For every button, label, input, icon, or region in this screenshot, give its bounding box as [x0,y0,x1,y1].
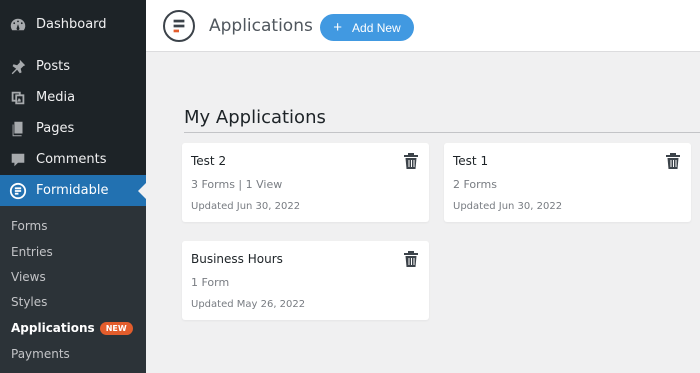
comment-icon [8,150,28,170]
section-divider [184,132,700,133]
pages-icon [8,119,28,139]
menu-label: Media [36,90,76,105]
formidable-logo-icon [8,181,28,201]
menu-label: Comments [36,152,107,167]
menu-label: Dashboard [36,17,107,32]
formidable-logo [163,10,195,42]
submenu-item-views[interactable]: Views [11,270,46,284]
page-header: Applications + Add New [146,0,700,52]
menu-item-formidable[interactable]: Formidable [0,175,146,206]
section-title: My Applications [184,107,326,128]
menu-item-comments[interactable]: Comments [0,144,146,175]
dashboard-icon [8,15,28,35]
menu-item-pages[interactable]: Pages [0,113,146,144]
submenu-item-styles[interactable]: Styles [11,295,47,309]
trash-icon[interactable] [403,152,419,170]
add-new-label: Add New [352,20,401,35]
new-badge: NEW [99,322,133,335]
card-meta: 2 Forms [453,178,497,191]
pin-icon [8,57,28,77]
card-updated: Updated Jun 30, 2022 [453,201,563,212]
submenu-label: Applications [11,321,95,335]
card-meta: 3 Forms | 1 View [191,178,283,191]
menu-label: Posts [36,59,70,74]
menu-label: Formidable [36,183,109,198]
application-card[interactable]: Test 2 3 Forms | 1 View Updated Jun 30, … [182,143,429,222]
card-meta: 1 Form [191,276,230,289]
menu-item-media[interactable]: Media [0,82,146,113]
card-updated: Updated May 26, 2022 [191,299,306,310]
application-card[interactable]: Business Hours 1 Form Updated May 26, 20… [182,241,429,320]
submenu-item-applications[interactable]: Applications NEW [11,321,133,335]
add-new-button[interactable]: + Add New [320,14,414,41]
menu-item-dashboard[interactable]: Dashboard [0,9,146,40]
media-icon [8,88,28,108]
formidable-submenu: Forms Entries Views Styles Applications N… [0,206,146,373]
card-name: Test 1 [453,154,489,168]
submenu-item-entries[interactable]: Entries [11,245,53,259]
card-name: Business Hours [191,252,283,266]
trash-icon[interactable] [403,250,419,268]
trash-icon[interactable] [665,152,681,170]
card-updated: Updated Jun 30, 2022 [191,201,301,212]
application-card[interactable]: Test 1 2 Forms Updated Jun 30, 2022 [444,143,691,222]
card-name: Test 2 [191,154,227,168]
submenu-item-forms[interactable]: Forms [11,219,47,233]
formidable-f-icon [173,19,185,33]
menu-item-posts[interactable]: Posts [0,51,146,82]
submenu-item-payments[interactable]: Payments [11,347,70,361]
page-title: Applications [209,16,313,36]
plus-icon: + [333,19,343,36]
menu-label: Pages [36,121,75,136]
admin-sidebar: Dashboard Posts Media Pages Comments For… [0,0,146,373]
